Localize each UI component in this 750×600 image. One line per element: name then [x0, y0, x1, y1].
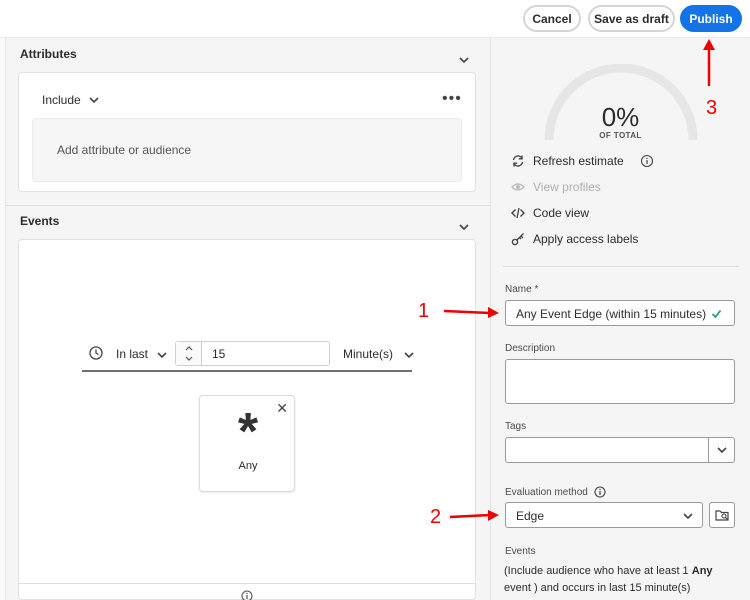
evaluation-method-label: Evaluation method [505, 486, 606, 498]
info-icon[interactable] [594, 486, 606, 498]
name-value: Any Event Edge (within 15 minutes) [516, 307, 707, 321]
apply-access-labels-label: Apply access labels [533, 232, 639, 246]
code-view-button[interactable]: Code view [511, 206, 589, 220]
more-options-icon[interactable]: ••• [442, 91, 462, 107]
dropzone-placeholder: Add attribute or audience [57, 143, 192, 157]
event-card-any[interactable]: * Any ✕ [199, 395, 295, 492]
name-label: Name * [505, 284, 539, 295]
key-icon [511, 233, 524, 246]
estimate-caption: OF TOTAL [599, 131, 642, 140]
tags-dropdown-button[interactable] [708, 438, 734, 462]
evaluation-method-info-button[interactable] [709, 502, 735, 528]
description-field[interactable] [505, 359, 735, 404]
left-rail [0, 38, 6, 600]
annotation-arrow-1 [443, 307, 499, 318]
refresh-estimate-button[interactable]: Refresh estimate [511, 154, 654, 168]
evaluation-method-select[interactable]: Edge [505, 502, 703, 528]
stepper-arrows-icon[interactable] [176, 342, 202, 365]
events-title: Events [20, 214, 60, 228]
events-summary-text: (Include audience who have at least 1 An… [504, 565, 713, 594]
view-profiles-label: View profiles [533, 180, 601, 194]
time-operator-dropdown[interactable]: In last [116, 347, 167, 361]
annotation-number-1: 1 [418, 300, 430, 322]
chevron-down-icon [89, 97, 99, 104]
close-icon[interactable]: ✕ [276, 400, 288, 417]
events-card-footer-line [18, 583, 476, 584]
chevron-down-icon[interactable] [459, 55, 469, 65]
code-icon [511, 207, 525, 219]
chevron-down-icon [404, 352, 414, 358]
annotation-arrow-2 [449, 510, 499, 521]
eye-icon [511, 183, 525, 191]
info-icon [241, 590, 253, 600]
tags-label: Tags [505, 421, 527, 432]
time-operator-value: In last [116, 347, 149, 361]
clock-icon [89, 346, 103, 360]
annotation-arrow-3 [703, 39, 715, 86]
evaluation-method-value: Edge [516, 509, 545, 523]
section-divider [6, 205, 490, 206]
description-label: Description [505, 343, 556, 354]
event-card-label: Any [238, 460, 258, 472]
tags-field[interactable] [505, 437, 735, 463]
include-label: Include [42, 93, 81, 107]
apply-access-labels-button[interactable]: Apply access labels [511, 232, 638, 246]
info-icon[interactable] [640, 154, 654, 168]
chevron-down-icon [157, 352, 167, 358]
annotation-number-3: 3 [706, 97, 718, 119]
properties-panel: 0% OF TOTAL Refresh estimate View profil… [490, 38, 750, 600]
chevron-down-icon [717, 447, 727, 454]
chevron-down-icon [683, 513, 693, 520]
name-field[interactable]: Any Event Edge (within 15 minutes) [505, 300, 735, 326]
view-profiles-button: View profiles [511, 180, 601, 194]
publish-button[interactable]: Publish [680, 5, 742, 32]
top-toolbar: Cancel Save as draft Publish [0, 0, 750, 38]
code-view-label: Code view [533, 206, 590, 220]
attributes-title: Attributes [20, 47, 77, 61]
refresh-icon [512, 155, 524, 167]
include-dropdown[interactable]: Include [42, 93, 99, 107]
checkmark-icon [711, 309, 722, 319]
time-value-input[interactable]: 15 [175, 341, 330, 366]
required-marker: * [534, 284, 539, 295]
folder-search-icon [715, 510, 729, 521]
events-summary-label: Events [505, 546, 536, 557]
time-unit-dropdown[interactable]: Minute(s) [343, 347, 414, 361]
save-draft-button[interactable]: Save as draft [588, 5, 675, 32]
time-unit-value: Minute(s) [343, 347, 394, 361]
time-value-stepper[interactable] [176, 342, 202, 365]
cancel-button[interactable]: Cancel [523, 5, 581, 32]
annotation-number-2: 2 [430, 506, 442, 528]
time-value-text: 15 [212, 347, 226, 361]
attribute-dropzone[interactable]: Add attribute or audience [32, 118, 462, 182]
refresh-estimate-label: Refresh estimate [533, 154, 624, 168]
panel-divider [503, 266, 739, 267]
chevron-down-icon[interactable] [459, 222, 469, 232]
